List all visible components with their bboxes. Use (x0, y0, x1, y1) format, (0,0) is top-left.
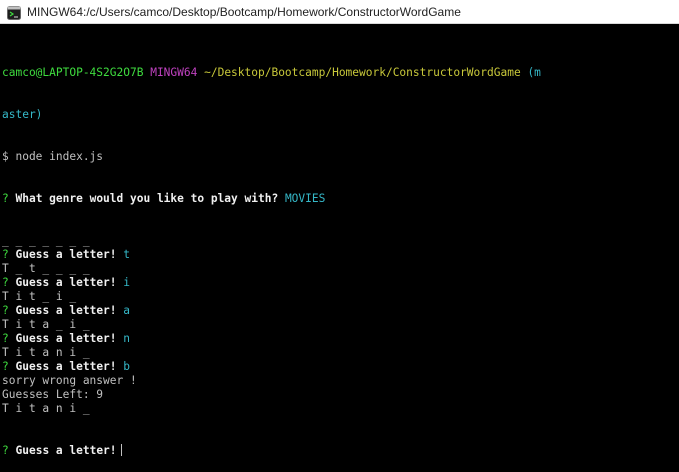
guess-answer: a (123, 304, 131, 317)
guess-question: Guess a letter! (15, 248, 117, 261)
output-line: T _ t _ _ _ _ (2, 262, 679, 276)
guess-question: Guess a letter! (15, 304, 117, 317)
guess-question: Guess a letter! (15, 276, 117, 289)
output-line: sorry wrong answer ! (2, 374, 679, 388)
shell-name: MINGW64 (150, 66, 198, 79)
game-output: _ _ _ _ _ _ _? Guess a letter! tT _ t _ … (2, 234, 679, 416)
git-bash-icon (7, 5, 21, 20)
guess-question: Guess a letter! (15, 444, 117, 457)
guess-answer: n (123, 332, 131, 345)
title-bar: MINGW64:/c/Users/camco/Desktop/Bootcamp/… (0, 0, 679, 24)
genre-question: What genre would you like to play with? (15, 192, 279, 205)
guess-line: ? Guess a letter! t (2, 248, 679, 262)
output-text: T i t a n i _ (2, 402, 90, 415)
guess-line: ? Guess a letter! b (2, 360, 679, 374)
output-text: Guesses Left: 9 (2, 388, 104, 401)
output-text: sorry wrong answer ! (2, 374, 137, 387)
terminal-output[interactable]: camco@LAPTOP-4S2G2O7B MINGW64 ~/Desktop/… (0, 24, 679, 457)
guess-question: Guess a letter! (15, 332, 117, 345)
question-mark: ? (2, 248, 9, 261)
genre-question-line: ? What genre would you like to play with… (2, 192, 679, 206)
text-cursor[interactable] (120, 444, 122, 456)
output-text: T _ t _ _ _ _ (2, 262, 90, 275)
output-line: T i t a n i _ (2, 402, 679, 416)
guess-line: ? Guess a letter! n (2, 332, 679, 346)
guess-answer: i (123, 276, 131, 289)
command-text: $ node index.js (2, 150, 104, 163)
output-text: T i t a _ i _ (2, 318, 90, 331)
current-path: ~/Desktop/Bootcamp/Homework/ConstructorW… (204, 66, 521, 79)
output-text: _ _ _ _ _ _ _ (2, 234, 90, 247)
question-mark: ? (2, 332, 9, 345)
active-prompt-line[interactable]: ? Guess a letter! (2, 444, 679, 458)
command-line: $ node index.js (2, 150, 679, 164)
guess-answer: b (123, 360, 131, 373)
guess-question: Guess a letter! (15, 360, 117, 373)
prompt-line: camco@LAPTOP-4S2G2O7B MINGW64 ~/Desktop/… (2, 66, 679, 80)
git-branch-start: (m (527, 66, 541, 79)
prompt-line-wrap: aster) (2, 108, 679, 122)
output-text: T i t a n i _ (2, 346, 90, 359)
guess-line: ? Guess a letter! i (2, 276, 679, 290)
output-line: T i t a n i _ (2, 346, 679, 360)
output-line: Guesses Left: 9 (2, 388, 679, 402)
output-line: T i t _ i _ (2, 290, 679, 304)
output-text: T i t _ i _ (2, 290, 77, 303)
question-mark: ? (2, 276, 9, 289)
guess-answer: t (123, 248, 131, 261)
genre-answer: MOVIES (284, 192, 326, 205)
question-mark: ? (2, 360, 9, 373)
git-branch-end: aster) (2, 108, 43, 121)
question-mark: ? (2, 444, 9, 457)
guess-line: ? Guess a letter! a (2, 304, 679, 318)
output-line: _ _ _ _ _ _ _ (2, 234, 679, 248)
question-mark: ? (2, 192, 9, 205)
question-mark: ? (2, 304, 9, 317)
user-host: camco@LAPTOP-4S2G2O7B (2, 66, 144, 79)
window-title: MINGW64:/c/Users/camco/Desktop/Bootcamp/… (27, 4, 461, 19)
output-line: T i t a _ i _ (2, 318, 679, 332)
